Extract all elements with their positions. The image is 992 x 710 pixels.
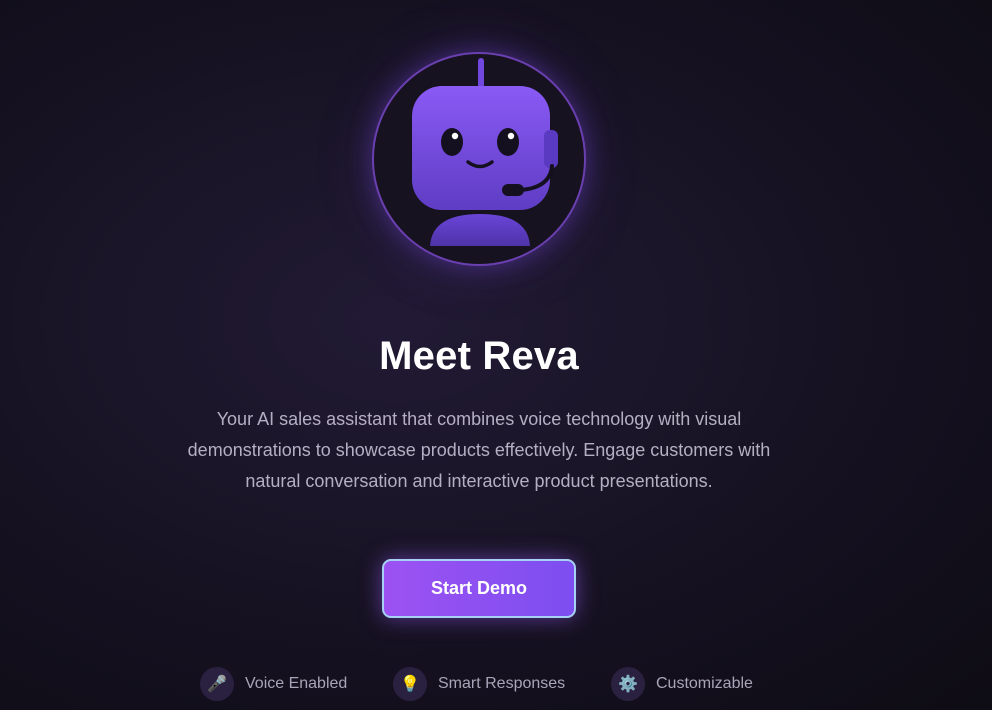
feature-label: Customizable — [656, 675, 753, 692]
hero-description: Your AI sales assistant that combines vo… — [187, 409, 771, 491]
page-title: Meet Reva — [379, 334, 579, 378]
feature-customizable: ⚙️ Customizable — [611, 666, 753, 702]
microphone-icon: 🎤 — [200, 667, 234, 701]
feature-label: Smart Responses — [438, 675, 566, 692]
avatar — [372, 52, 586, 266]
gear-icon: ⚙️ — [611, 667, 645, 701]
start-demo-label: Start Demo — [430, 578, 528, 598]
robot-with-headset-icon — [412, 58, 558, 246]
start-demo-button[interactable]: Start Demo — [382, 559, 576, 618]
lightbulb-icon: 💡 — [393, 667, 427, 701]
feature-label: Voice Enabled — [245, 675, 348, 692]
feature-voice-enabled: 🎤 Voice Enabled — [200, 666, 347, 702]
feature-list: 🎤 Voice Enabled 💡 Smart Responses ⚙️ Cus… — [0, 666, 992, 702]
feature-smart-responses: 💡 Smart Responses — [393, 666, 565, 702]
